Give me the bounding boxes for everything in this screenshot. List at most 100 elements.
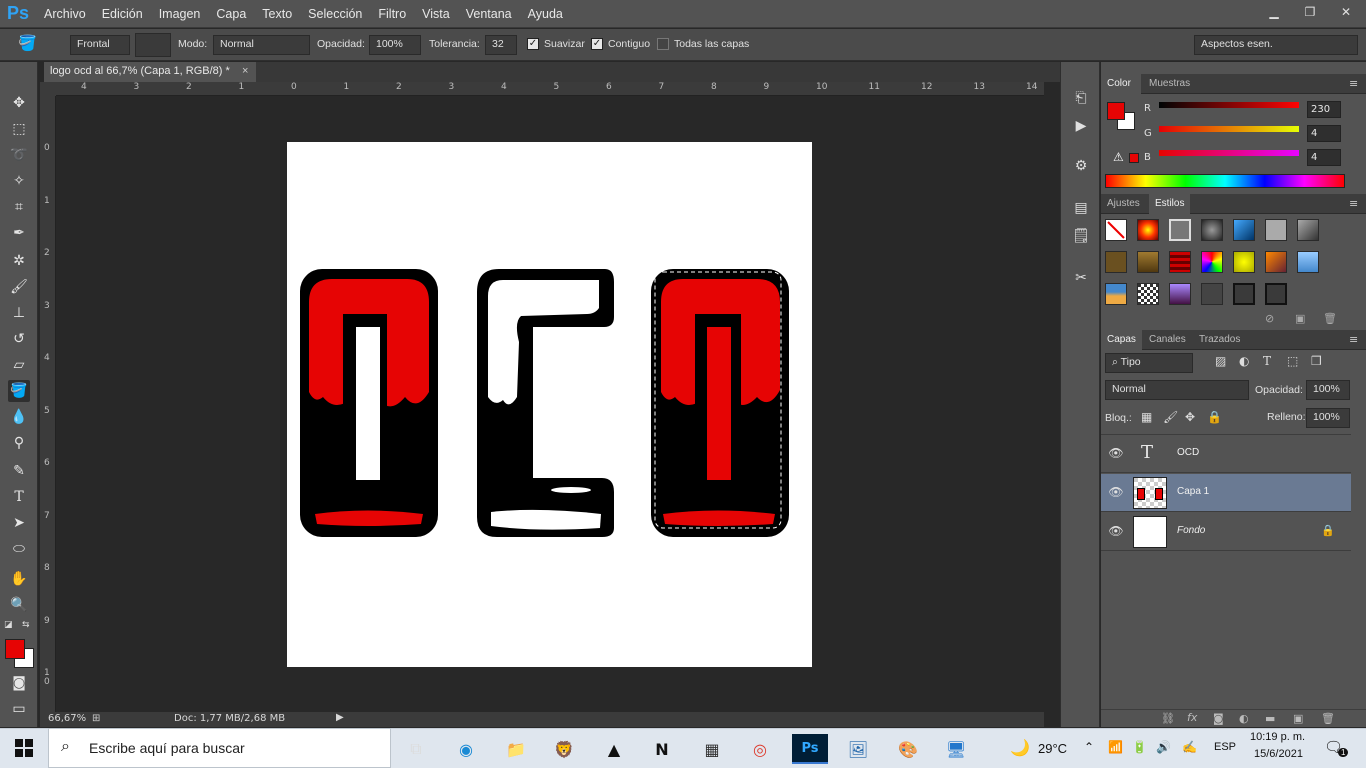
layer-comps-icon[interactable]: ▤ <box>1070 198 1092 218</box>
layer-name[interactable]: Capa 1 <box>1177 486 1209 497</box>
mode-select[interactable]: Normal <box>213 35 310 55</box>
menu-edicion[interactable]: Edición <box>94 7 151 21</box>
layer-style-fx-icon[interactable]: fx <box>1187 711 1197 724</box>
menu-texto[interactable]: Texto <box>254 7 300 21</box>
default-colors-icon[interactable]: ◪ <box>4 620 13 630</box>
tool-presets-icon[interactable]: ✂ <box>1070 268 1092 288</box>
new-layer-icon[interactable]: ▣ <box>1293 712 1303 725</box>
dodge-tool-icon[interactable]: ⚲ <box>8 432 30 454</box>
style-swatch-11[interactable] <box>1201 251 1223 273</box>
document-tab[interactable]: logo ocd al 66,7% (Capa 1, RGB/8) * × <box>44 62 256 82</box>
adjustment-layer-icon[interactable]: ◐ <box>1239 712 1249 725</box>
tray-overflow-icon[interactable]: ⌃ <box>1084 740 1094 754</box>
tab-styles[interactable]: Estilos <box>1149 194 1191 214</box>
menu-ventana[interactable]: Ventana <box>458 7 520 21</box>
style-swatch-6[interactable] <box>1265 219 1287 241</box>
b-slider[interactable] <box>1159 150 1299 156</box>
style-swatch-4[interactable] <box>1201 219 1223 241</box>
history-panel-icon[interactable]: ⎗ <box>1070 88 1092 108</box>
color-spectrum-ramp[interactable] <box>1105 174 1345 188</box>
restore-icon[interactable]: ❐ <box>1292 2 1328 22</box>
lock-pixels-icon[interactable]: 🖌 <box>1163 410 1178 424</box>
delete-style-icon[interactable]: 🗑 <box>1323 312 1337 325</box>
chrome-browser-icon[interactable]: ◎ <box>742 734 778 764</box>
eyedropper-tool-icon[interactable]: ✒ <box>8 222 30 244</box>
b-input[interactable]: 4 <box>1307 149 1341 166</box>
contiguous-checkbox[interactable]: ✓ <box>591 38 603 50</box>
network-icon[interactable]: 📶 <box>1108 740 1123 754</box>
menu-vista[interactable]: Vista <box>414 7 458 21</box>
layer-row-ocd[interactable]: 👁 T OCD <box>1101 435 1351 473</box>
marquee-tool-icon[interactable]: ⬚ <box>8 118 30 140</box>
ruler-origin[interactable] <box>40 82 56 96</box>
tab-channels[interactable]: Canales <box>1143 330 1192 350</box>
app-a-icon[interactable]: ▲ <box>596 734 632 764</box>
style-swatch-10[interactable] <box>1169 251 1191 273</box>
tab-paths[interactable]: Trazados <box>1193 330 1246 350</box>
layer-row-capa-1[interactable]: 👁 Capa 1 <box>1101 474 1351 512</box>
menu-filtro[interactable]: Filtro <box>370 7 414 21</box>
opacity-input[interactable]: 100% <box>369 35 421 55</box>
layer-opacity-input[interactable]: 100% <box>1306 380 1350 400</box>
style-swatch-5[interactable] <box>1233 219 1255 241</box>
minimize-icon[interactable]: ▁ <box>1256 2 1292 22</box>
properties-panel-icon[interactable]: ⚙ <box>1070 156 1092 176</box>
magic-wand-tool-icon[interactable]: ✧ <box>8 170 30 192</box>
visibility-eye-icon[interactable]: 👁 <box>1108 485 1123 499</box>
layer-name[interactable]: OCD <box>1177 447 1199 458</box>
weather-temperature[interactable]: 29°C <box>1038 741 1067 756</box>
r-input[interactable]: 230 <box>1307 101 1341 118</box>
lasso-tool-icon[interactable]: ➰ <box>8 144 30 166</box>
visibility-eye-icon[interactable]: 👁 <box>1108 524 1123 538</box>
actions-panel-icon[interactable]: ▶ <box>1070 116 1092 136</box>
battery-icon[interactable]: 🔋 <box>1132 740 1147 754</box>
share-icon[interactable]: ⊞ <box>92 713 100 724</box>
style-swatch-18[interactable] <box>1201 283 1223 305</box>
brave-browser-icon[interactable]: 🦁 <box>546 734 582 764</box>
lock-transparent-icon[interactable]: ▦ <box>1141 410 1152 424</box>
app-n-icon[interactable]: N <box>644 734 680 764</box>
new-group-icon[interactable]: ▬ <box>1265 712 1275 725</box>
notes-panel-icon[interactable]: 🗒 <box>1070 226 1092 246</box>
close-icon[interactable]: ✕ <box>1328 2 1364 22</box>
photoshop-taskbar-icon[interactable]: Ps <box>792 734 828 764</box>
menu-ayuda[interactable]: Ayuda <box>520 7 571 21</box>
menu-archivo[interactable]: Archivo <box>36 7 94 21</box>
paint-app-icon[interactable]: 🎨 <box>890 734 926 764</box>
remote-desktop-icon[interactable]: 🖥 <box>938 734 974 764</box>
taskbar-search-box[interactable]: ⌕ Escribe aquí para buscar <box>48 728 391 768</box>
quick-mask-icon[interactable]: ◙ <box>8 672 30 694</box>
layer-row-fondo[interactable]: 👁 Fondo 🔒 <box>1101 513 1351 551</box>
fill-source-select[interactable]: Frontal <box>70 35 130 55</box>
style-swatch-7[interactable] <box>1297 219 1319 241</box>
add-mask-icon[interactable]: ◙ <box>1213 712 1224 725</box>
volume-icon[interactable]: 🔊 <box>1156 740 1171 754</box>
style-swatch-17[interactable] <box>1169 283 1191 305</box>
tab-adjustments[interactable]: Ajustes <box>1101 194 1146 214</box>
pattern-picker[interactable] <box>135 33 171 57</box>
style-swatch-16[interactable] <box>1137 283 1159 305</box>
style-swatch-15[interactable] <box>1105 283 1127 305</box>
file-explorer-icon[interactable]: 📁 <box>498 734 534 764</box>
clock-date[interactable]: 15/6/2021 <box>1254 748 1303 760</box>
close-tab-icon[interactable]: × <box>242 65 248 77</box>
foreground-color-swatch[interactable] <box>5 639 25 659</box>
horizontal-ruler[interactable]: 4 3 2 1 0 1 2 3 4 5 6 7 8 9 10 11 12 13 14 <box>56 82 1044 96</box>
brush-tool-icon[interactable]: 🖌 <box>8 276 30 298</box>
pen-tool-icon[interactable]: ✎ <box>8 460 30 482</box>
styles-panel-menu-icon[interactable]: ≡ <box>1349 197 1358 210</box>
link-layers-icon[interactable]: ⛓ <box>1161 712 1175 725</box>
ellipse-tool-icon[interactable]: ⬭ <box>8 538 30 560</box>
gamut-warning-icon[interactable]: ⚠ <box>1113 150 1124 164</box>
filter-type-icon[interactable]: T <box>1263 354 1271 368</box>
filter-pixel-icon[interactable]: ▨ <box>1215 354 1226 368</box>
style-swatch-2[interactable] <box>1137 219 1159 241</box>
crop-tool-icon[interactable]: ⌗ <box>8 196 30 218</box>
path-selection-tool-icon[interactable]: ➤ <box>8 512 30 534</box>
delete-layer-icon[interactable]: 🗑 <box>1321 712 1335 725</box>
filter-adjustment-icon[interactable]: ◐ <box>1239 354 1249 368</box>
screen-mode-icon[interactable]: ▭ <box>8 698 30 720</box>
tolerance-input[interactable]: 32 <box>485 35 517 55</box>
lock-position-icon[interactable]: ✥ <box>1185 410 1195 424</box>
style-swatch-19[interactable] <box>1233 283 1255 305</box>
